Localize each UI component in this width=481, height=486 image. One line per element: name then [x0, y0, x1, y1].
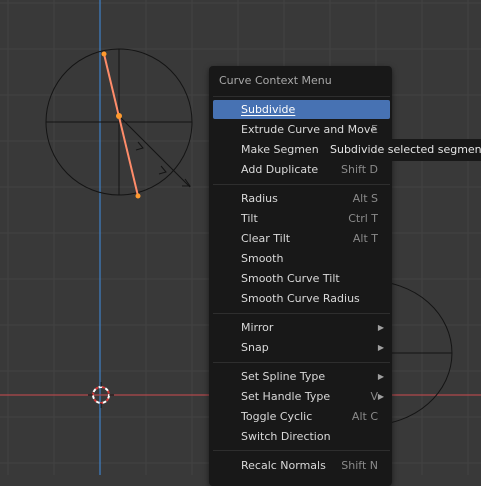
menu-item-label: Extrude Curve and Move [241, 123, 378, 136]
menu-item-mirror[interactable]: Mirror ▶ [213, 318, 390, 337]
menu-item-label: Smooth [241, 252, 284, 265]
menu-item-label: Set Spline Type [241, 370, 326, 383]
menu-title: Curve Context Menu [219, 74, 332, 87]
menu-item-smooth-curve-radius[interactable]: Smooth Curve Radius [213, 289, 390, 308]
menu-item-switch-direction[interactable]: Switch Direction [213, 427, 390, 446]
menu-item-smooth-curve-tilt[interactable]: Smooth Curve Tilt [213, 269, 390, 288]
submenu-arrow-icon: ▶ [377, 343, 384, 352]
menu-item-set-handle-type[interactable]: Set Handle Type V ▶ [213, 387, 390, 406]
menu-item-label: Tilt [241, 212, 258, 225]
menu-item-radius[interactable]: Radius Alt S [213, 189, 390, 208]
menu-item-snap[interactable]: Snap ▶ [213, 338, 390, 357]
menu-item-shortcut: Alt T [352, 232, 378, 245]
menu-item-clear-tilt[interactable]: Clear Tilt Alt T [213, 229, 390, 248]
menu-item-tilt[interactable]: Tilt Ctrl T [213, 209, 390, 228]
menu-item-label: Clear Tilt [241, 232, 291, 245]
menu-item-shortcut: E [371, 123, 378, 136]
tooltip: Subdivide selected segments. [318, 139, 481, 161]
menu-item-shortcut: Alt S [352, 192, 378, 205]
menu-item-subdivide[interactable]: Subdivide [213, 100, 390, 119]
menu-separator [213, 184, 390, 185]
menu-item-shortcut: Ctrl T [348, 212, 378, 225]
menu-item-label: Switch Direction [241, 430, 331, 443]
submenu-arrow-icon: ▶ [377, 392, 384, 401]
curve-direction-arrows [118, 115, 191, 188]
submenu-arrow-icon: ▶ [377, 372, 384, 381]
menu-item-label: Mirror [241, 321, 274, 334]
menu-separator [213, 450, 390, 451]
menu-item-shortcut: Alt C [351, 410, 378, 423]
menu-item-label: Add Duplicate [241, 163, 319, 176]
submenu-arrow-icon: ▶ [377, 323, 384, 332]
menu-item-add-duplicate[interactable]: Add Duplicate Shift D [213, 160, 390, 179]
selected-segment[interactable] [101, 51, 141, 199]
menu-item-label: Subdivide [241, 103, 296, 116]
menu-separator [213, 96, 390, 97]
menu-item-label: Recalc Normals [241, 459, 326, 472]
menu-item-shortcut: Shift D [341, 163, 378, 176]
menu-item-label: Smooth Curve Tilt [241, 272, 340, 285]
menu-item-label: Make Segment [241, 143, 323, 156]
menu-separator [213, 313, 390, 314]
curve-circle[interactable] [45, 48, 193, 196]
menu-item-label: Snap [241, 341, 269, 354]
menu-item-smooth[interactable]: Smooth [213, 249, 390, 268]
menu-item-recalc-normals[interactable]: Recalc Normals Shift N [213, 456, 390, 475]
menu-item-set-spline-type[interactable]: Set Spline Type ▶ [213, 367, 390, 386]
menu-item-label: Set Handle Type [241, 390, 331, 403]
curve-context-menu: Curve Context Menu Subdivide Extrude Cur… [209, 66, 392, 486]
menu-item-extrude-curve-and-move[interactable]: Extrude Curve and Move E [213, 120, 390, 139]
menu-item-label: Radius [241, 192, 278, 205]
menu-item-shortcut: Shift N [341, 459, 378, 472]
menu-item-label: Smooth Curve Radius [241, 292, 360, 305]
menu-separator [213, 362, 390, 363]
menu-item-label: Toggle Cyclic [241, 410, 313, 423]
menu-item-toggle-cyclic[interactable]: Toggle Cyclic Alt C [213, 407, 390, 426]
